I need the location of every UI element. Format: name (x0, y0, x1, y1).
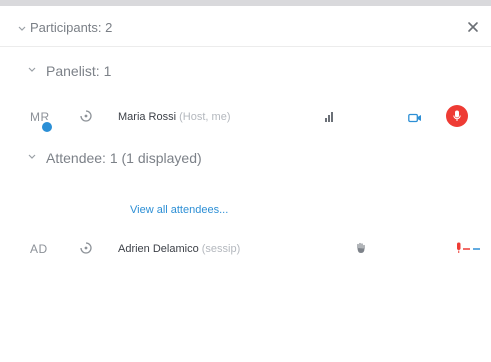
status-badge (40, 120, 54, 134)
participants-header: Participants: 2 (0, 6, 491, 47)
participant-role-text: (Host, me) (179, 111, 231, 123)
participant-row-maria-rossi[interactable]: MR Maria Rossi (Host, me) (0, 94, 491, 138)
avatar: AD (30, 242, 48, 256)
panelist-section-label: Panelist: 1 (46, 63, 112, 79)
microphone-mute-icon[interactable] (456, 241, 484, 259)
chevron-down-icon[interactable] (28, 67, 36, 72)
raise-hand-icon (356, 241, 366, 259)
chevron-down-icon[interactable] (28, 154, 36, 159)
participant-name-text: Adrien Delamico (118, 243, 199, 255)
attendee-section-label: Attendee: 1 (1 displayed) (46, 150, 202, 166)
panelist-section-header[interactable]: Panelist: 1 (0, 56, 491, 86)
participant-name: Adrien Delamico (sessip) (118, 243, 240, 255)
signal-strength-icon (325, 109, 335, 127)
attendee-section-header[interactable]: Attendee: 1 (1 displayed) (0, 143, 491, 173)
microphone-icon (453, 110, 461, 121)
chevron-down-icon[interactable] (18, 26, 26, 31)
participant-name-text: Maria Rossi (118, 111, 177, 123)
video-camera-icon[interactable] (408, 110, 422, 128)
participant-row-adrien-delamico[interactable]: AD Adrien Delamico (sessip) (0, 226, 491, 270)
participant-name: Maria Rossi (Host, me) (118, 111, 230, 123)
mute-button[interactable] (446, 105, 468, 127)
participant-role-text: (sessip) (201, 243, 241, 255)
participants-title: Participants: 2 (30, 20, 113, 35)
view-all-attendees-link[interactable]: View all attendees... (130, 204, 228, 216)
close-icon[interactable] (465, 19, 481, 35)
presence-icon (80, 241, 92, 259)
presence-icon (80, 109, 92, 127)
